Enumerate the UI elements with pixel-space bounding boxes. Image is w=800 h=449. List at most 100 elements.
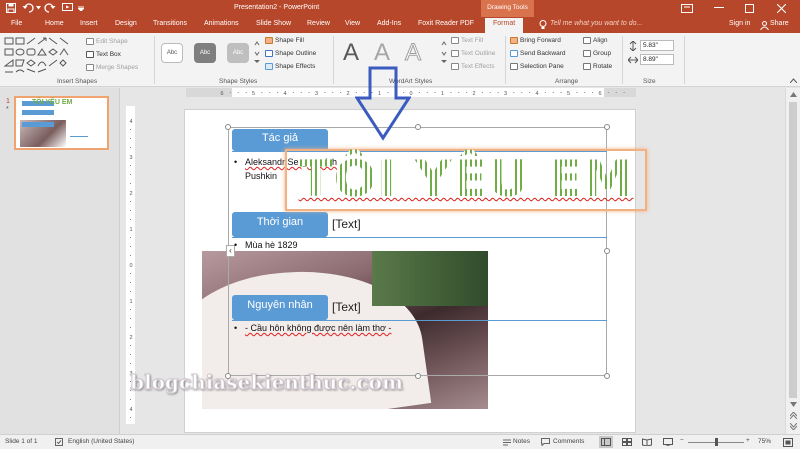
customize-icon[interactable] — [77, 4, 85, 12]
zoom-out-button[interactable]: − — [680, 437, 684, 444]
collapse-ribbon-icon[interactable] — [789, 76, 797, 84]
text-fill-button[interactable]: Text Fill — [451, 37, 483, 44]
share-icon[interactable] — [759, 20, 769, 30]
reading-view-icon[interactable] — [640, 436, 654, 448]
shape-fill-button[interactable]: Shape Fill — [265, 37, 304, 44]
sign-in-link[interactable]: Sign in — [729, 20, 750, 27]
vertical-scrollbar[interactable] — [785, 88, 800, 434]
resize-handle[interactable] — [604, 248, 610, 254]
presentation-icon[interactable] — [62, 3, 73, 13]
slideshow-view-icon[interactable] — [661, 436, 675, 448]
gallery-scroll-icon[interactable] — [441, 40, 447, 64]
smartart-label-thoi-gian[interactable]: Thời gian — [232, 212, 328, 237]
tell-me-box[interactable]: Tell me what you want to do... — [550, 20, 642, 27]
resize-handle[interactable] — [225, 124, 231, 130]
smartart-label-nguyen-nhan[interactable]: Nguyên nhân — [232, 295, 328, 320]
next-slide-icon[interactable] — [789, 422, 797, 430]
zoom-slider-thumb[interactable] — [715, 438, 718, 446]
wordart-style-gray[interactable]: A — [370, 37, 394, 69]
ruler-tick — [130, 219, 131, 220]
chevron-down-icon[interactable] — [35, 4, 41, 12]
spelling-icon[interactable] — [55, 438, 63, 446]
notes-icon[interactable] — [502, 438, 511, 446]
comments-icon[interactable] — [541, 438, 550, 446]
bring-forward-button[interactable]: Bring Forward — [510, 37, 561, 44]
text-box-button[interactable]: Text Box — [86, 51, 121, 58]
resize-handle[interactable] — [415, 373, 421, 379]
tab-design[interactable]: Design — [115, 20, 137, 27]
smartart-placeholder-text[interactable]: [Text] — [332, 217, 361, 231]
scroll-up-icon[interactable] — [789, 90, 797, 98]
ruler-tick-label: 3 — [129, 155, 132, 161]
wordart-style-dark[interactable]: A — [339, 37, 363, 69]
redo-icon[interactable] — [44, 3, 56, 13]
scroll-down-icon[interactable] — [789, 400, 797, 408]
ruler-tick — [130, 282, 131, 283]
bullet-text[interactable]: Pushkin — [245, 171, 277, 181]
ruler-tick — [245, 92, 247, 93]
align-button[interactable]: Align — [583, 37, 607, 44]
ruler-tick — [130, 318, 131, 319]
bullet-text[interactable]: Mùa hè 1829 — [245, 240, 298, 250]
selection-pane-button[interactable]: Selection Pane — [510, 63, 564, 70]
shape-style-swatch-white[interactable]: Abc — [161, 43, 183, 63]
close-icon[interactable] — [774, 3, 788, 13]
share-button[interactable]: Share — [770, 20, 789, 27]
normal-view-icon[interactable] — [599, 436, 613, 448]
horizontal-ruler: 6543210123456 — [186, 88, 636, 97]
bullet-icon: • — [234, 157, 238, 167]
minimize-icon[interactable] — [712, 3, 726, 13]
tab-add-ins[interactable]: Add-Ins — [377, 20, 401, 27]
shape-style-swatch-light[interactable]: Abc — [227, 43, 249, 63]
send-backward-button[interactable]: Send Backward — [510, 50, 566, 57]
fit-slide-icon[interactable] — [782, 437, 793, 447]
shape-effects-button[interactable]: Shape Effects — [265, 63, 315, 70]
tab-home[interactable]: Home — [45, 20, 64, 27]
gallery-scroll-icon[interactable] — [254, 40, 260, 64]
edit-shape-button[interactable]: Edit Shape — [86, 38, 128, 45]
ribbon-display-icon[interactable] — [680, 3, 694, 13]
slide-thumbnail[interactable]: TÔI YÊU EM — [14, 96, 109, 150]
shapes-gallery[interactable] — [3, 36, 73, 74]
wordart-title[interactable]: TÔI YÊU EM — [285, 146, 647, 212]
tab-review[interactable]: Review — [307, 20, 330, 27]
smartart-placeholder-text[interactable]: [Text] — [332, 300, 361, 314]
shape-outline-button[interactable]: Shape Outline — [265, 50, 316, 57]
language-indicator[interactable]: English (United States) — [68, 438, 134, 445]
notes-button[interactable]: Notes — [513, 438, 530, 445]
save-icon[interactable] — [6, 3, 16, 13]
merge-shapes-button[interactable]: Merge Shapes — [86, 64, 138, 71]
comments-button[interactable]: Comments — [553, 438, 584, 445]
group-label-size: Size — [643, 78, 656, 85]
zoom-level[interactable]: 75% — [758, 438, 771, 445]
tab-insert[interactable]: Insert — [80, 20, 98, 27]
undo-icon[interactable] — [22, 3, 34, 13]
shape-style-swatch-dark[interactable]: Abc — [194, 43, 216, 63]
group-label-insert-shapes: Insert Shapes — [57, 78, 98, 85]
tab-animations[interactable]: Animations — [204, 20, 239, 27]
shape-width-input[interactable]: 8.89" — [640, 54, 674, 65]
scrollbar-thumb[interactable] — [789, 102, 797, 398]
tab-slide-show[interactable]: Slide Show — [256, 20, 291, 27]
ruler-tick-label: 2 — [472, 91, 475, 97]
tab-view[interactable]: View — [345, 20, 360, 27]
slide-sorter-icon[interactable] — [620, 436, 634, 448]
tab-foxit-reader-pdf[interactable]: Foxit Reader PDF — [418, 20, 474, 27]
bullet-text[interactable]: - Cầu hôn không được nên làm thơ - — [245, 323, 391, 333]
shape-height-input[interactable]: 5.83" — [640, 40, 674, 51]
wordart-style-outline[interactable]: A — [401, 37, 425, 69]
ruler-tick — [130, 327, 131, 328]
zoom-in-button[interactable]: + — [746, 437, 750, 444]
tab-transitions[interactable]: Transitions — [153, 20, 187, 27]
rotate-button[interactable]: Rotate — [583, 63, 612, 70]
previous-slide-icon[interactable] — [789, 411, 797, 419]
resize-handle[interactable] — [604, 373, 610, 379]
text-effects-button[interactable]: Text Effects — [451, 63, 494, 70]
tab-format[interactable]: Format — [485, 18, 524, 33]
smartart-item[interactable]: Nguyên nhân [Text] — [232, 295, 607, 321]
text-outline-button[interactable]: Text Outline — [451, 50, 495, 57]
smartart-item[interactable]: Thời gian [Text] — [232, 212, 607, 238]
group-button[interactable]: Group — [583, 50, 611, 57]
maximize-icon[interactable] — [742, 3, 756, 13]
tab-file[interactable]: File — [11, 20, 22, 27]
